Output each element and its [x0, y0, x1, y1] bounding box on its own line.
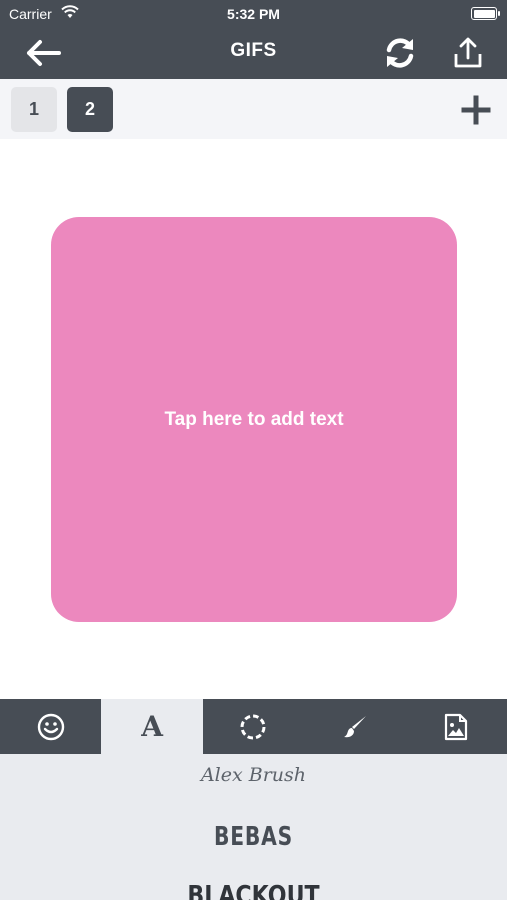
brush-icon: [343, 715, 366, 737]
add-page-icon[interactable]: [461, 95, 491, 125]
text-font-icon: A: [141, 710, 163, 743]
font-option-bebas[interactable]: BEBAS: [56, 822, 451, 852]
add-text-placeholder[interactable]: Tap here to add text: [164, 409, 343, 431]
refresh-button[interactable]: [380, 33, 420, 73]
share-icon: [454, 37, 482, 68]
image-icon: [445, 713, 468, 740]
share-button[interactable]: [448, 33, 488, 73]
battery-icon: [471, 7, 500, 20]
image-tool-button[interactable]: [406, 699, 507, 754]
edit-toolbar: A: [0, 699, 507, 754]
font-option-blackout[interactable]: BLACKOUT: [38, 881, 469, 900]
page-tabs-bar: 1 2: [0, 79, 507, 139]
clock: 5:32 PM: [227, 6, 280, 22]
frame-circle-icon: [240, 714, 266, 739]
font-list: Alex Brush BEBAS BLACKOUT: [0, 754, 507, 900]
font-option-alex-brush[interactable]: Alex Brush: [0, 764, 507, 786]
page-tab-1[interactable]: 1: [11, 87, 57, 132]
status-bar: Carrier 5:32 PM: [0, 0, 507, 28]
brush-tool-button[interactable]: [304, 699, 405, 754]
frame-tool-button[interactable]: [203, 699, 304, 754]
page-title: GIFS: [230, 40, 277, 61]
gif-canvas[interactable]: Tap here to add text: [51, 217, 457, 622]
top-bar: Carrier 5:32 PM GIFS: [0, 0, 507, 79]
page-tab-2[interactable]: 2: [67, 87, 113, 132]
emoji-icon: [37, 713, 64, 740]
text-tool-button[interactable]: A: [101, 699, 203, 754]
refresh-icon: [386, 38, 414, 68]
emoji-tool-button[interactable]: [0, 699, 101, 754]
